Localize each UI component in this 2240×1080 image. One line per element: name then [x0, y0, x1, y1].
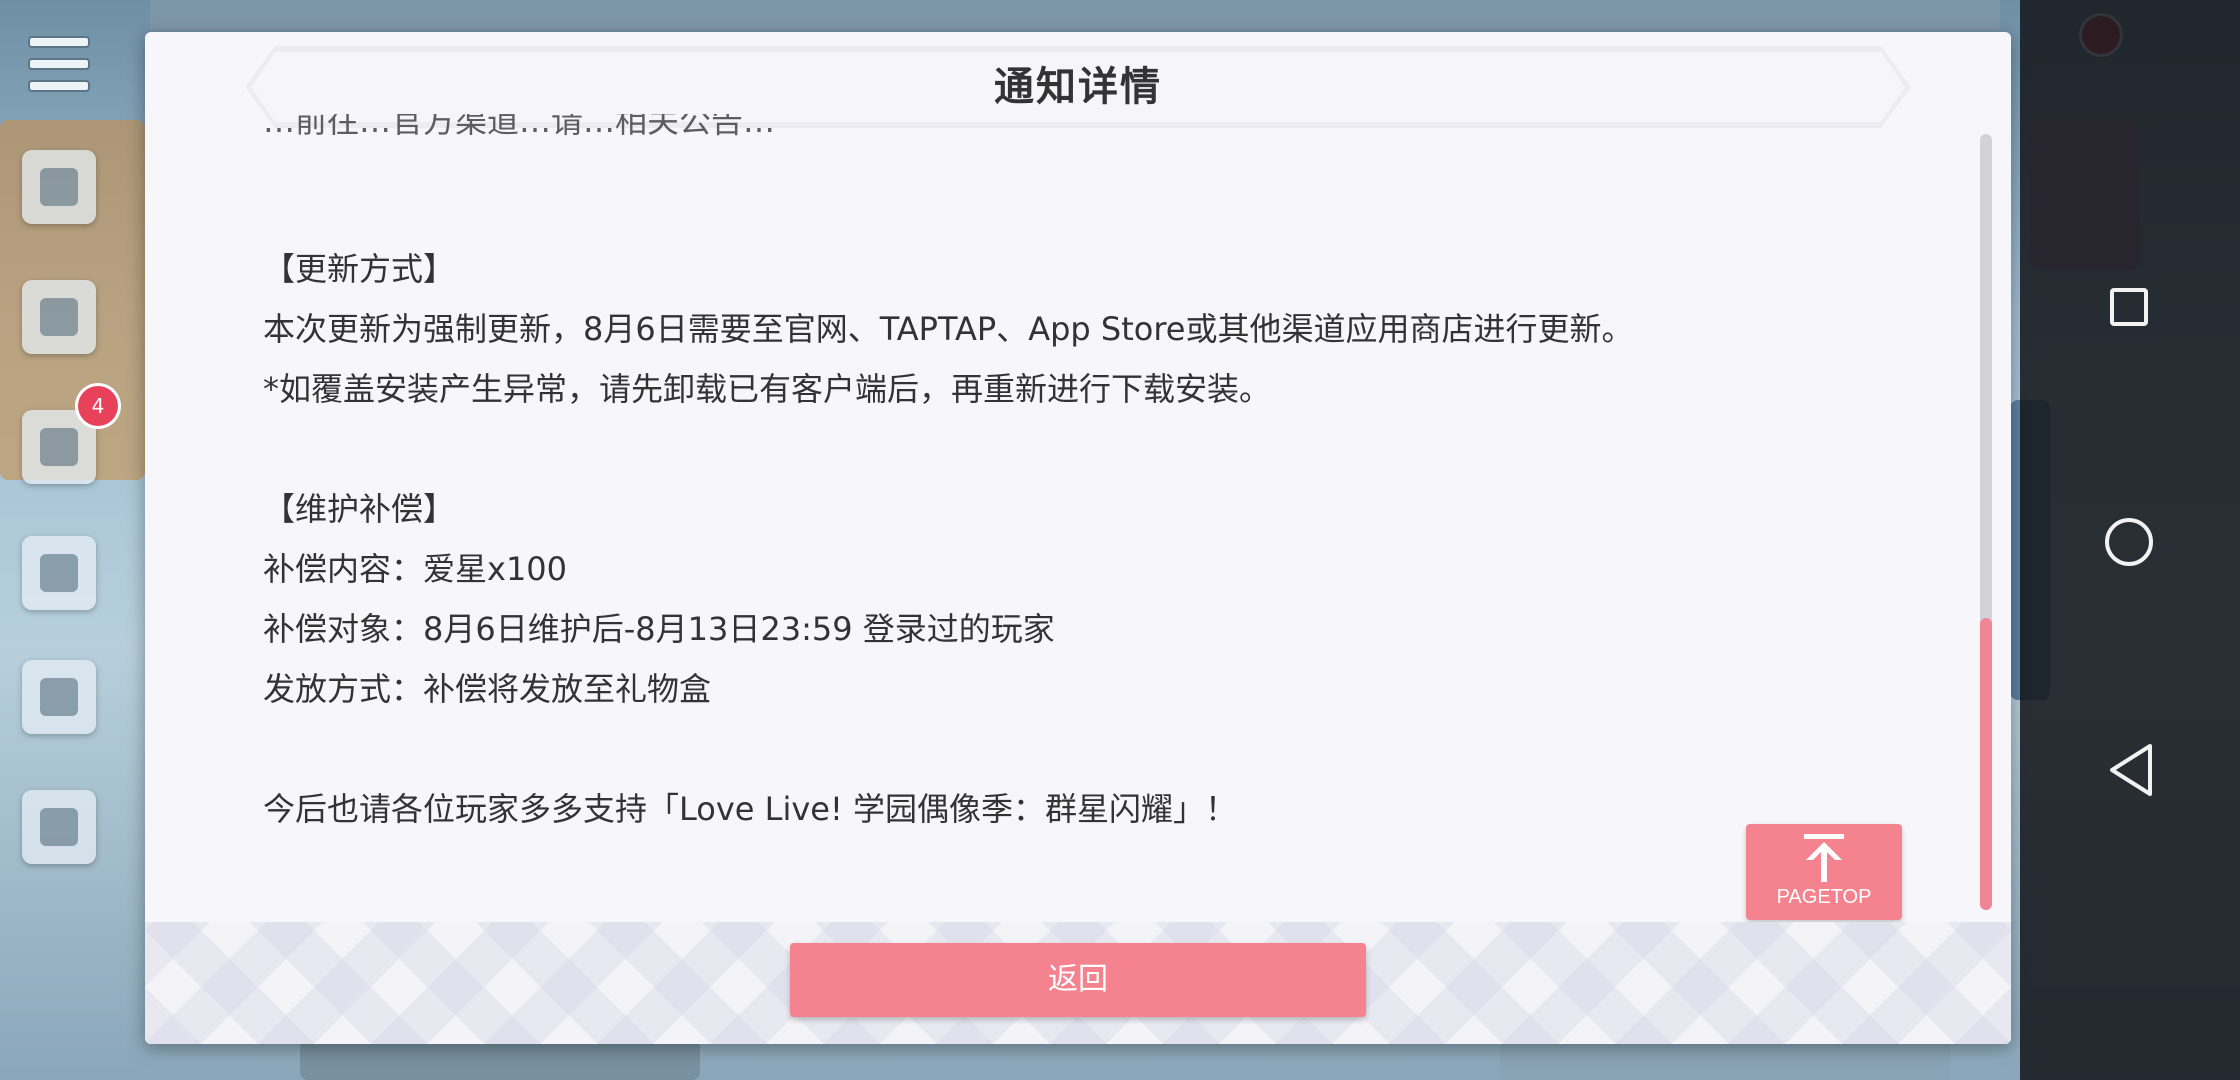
- text-line: 本次更新为强制更新，8月6日需要至官网、TAPTAP、App Store或其他渠…: [263, 310, 1634, 348]
- text-line: 今后也请各位玩家多多支持「Love Live! 学园偶像季：群星闪耀」！: [263, 790, 1237, 828]
- character-icon: [40, 678, 78, 716]
- back-button[interactable]: 返回: [790, 943, 1366, 1017]
- scrollbar-thumb[interactable]: [1980, 618, 1992, 910]
- text-line: 补偿内容：爱星x100: [263, 550, 568, 588]
- left-toolbar: 4: [0, 0, 145, 1080]
- section-heading-compensation: 【维护补偿】: [263, 490, 456, 528]
- square-icon[interactable]: [2110, 288, 2148, 326]
- pagetop-label: PAGETOP: [1776, 886, 1872, 908]
- arrow-up-icon: [1804, 834, 1844, 882]
- scrollbar[interactable]: [1980, 134, 1992, 910]
- notice-content[interactable]: …前往…官方渠道…请…相关公告… 【更新方式】 本次更新为强制更新，8月6日需要…: [263, 114, 1863, 874]
- circle-icon[interactable]: [2105, 518, 2153, 566]
- sidebar-button-5[interactable]: [22, 660, 96, 734]
- section-heading-update: 【更新方式】: [263, 250, 456, 288]
- text-line: 补偿对象：8月6日维护后-8月13日23:59 登录过的玩家: [263, 610, 1055, 648]
- menu-button[interactable]: [22, 28, 96, 102]
- text-line: *如覆盖安装产生异常，请先卸载已有客户端后，再重新进行下载安装。: [263, 370, 1272, 408]
- grid-icon: [40, 808, 78, 846]
- sidebar-button-4[interactable]: [22, 536, 96, 610]
- eye-icon: [40, 168, 78, 206]
- pagetop-button[interactable]: PAGETOP: [1746, 824, 1902, 920]
- gift-icon: [40, 554, 78, 592]
- notification-badge: 4: [78, 386, 118, 426]
- notice-dialog: 通知详情 …前往…官方渠道…请…相关公告… 【更新方式】 本次更新为强制更新，8…: [145, 32, 2011, 1044]
- system-nav-bar: [2020, 0, 2240, 1080]
- text-line: 发放方式：补偿将发放至礼物盒: [263, 670, 712, 708]
- shop-icon: [40, 428, 78, 466]
- sidebar-button-1[interactable]: [22, 150, 96, 224]
- sidebar-button-2[interactable]: [22, 280, 96, 354]
- cut-off-text: …前往…官方渠道…请…相关公告…: [263, 114, 776, 140]
- sidebar-button-6[interactable]: [22, 790, 96, 864]
- triangle-back-icon[interactable]: [2106, 742, 2156, 798]
- box-icon: [40, 298, 78, 336]
